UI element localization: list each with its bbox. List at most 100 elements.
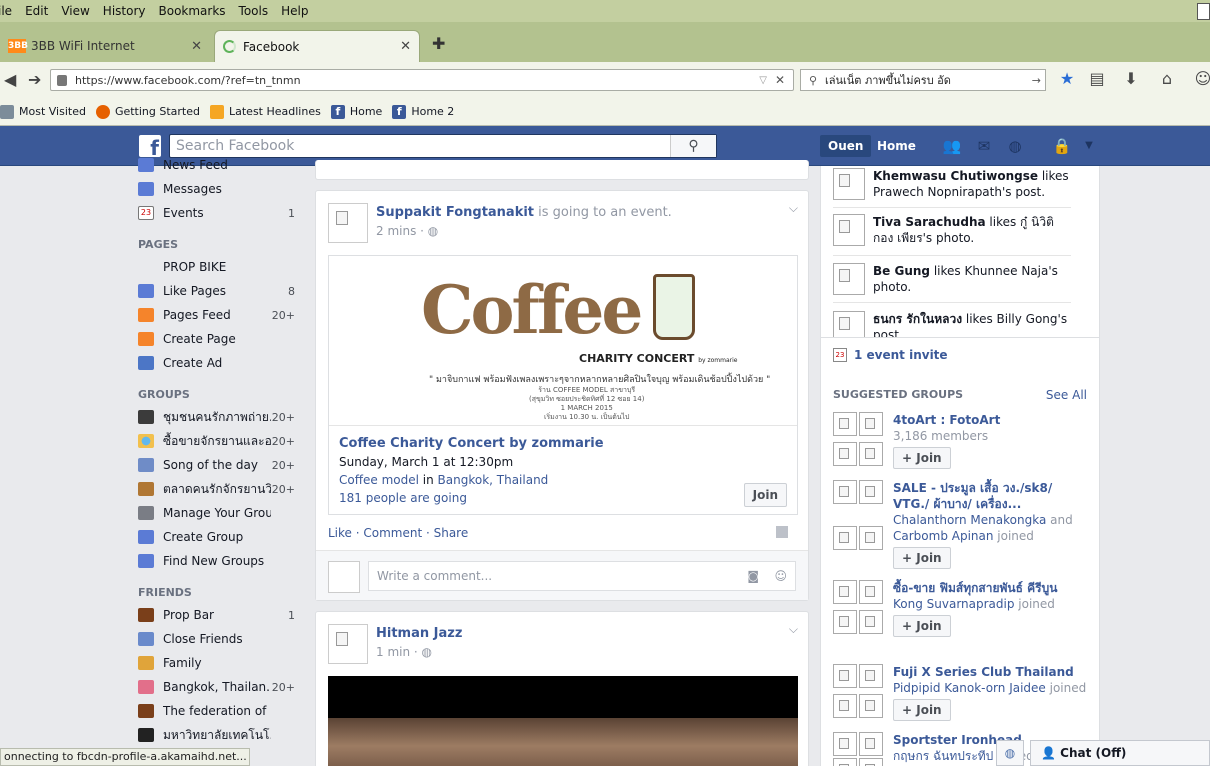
- event-attachment[interactable]: Coffee CHARITY CONCERT by zommarie " มาจ…: [328, 255, 798, 515]
- emoji-icon[interactable]: ☺: [774, 562, 787, 590]
- new-tab-icon[interactable]: ✚: [432, 34, 445, 53]
- city-link[interactable]: Bangkok, Thailand: [438, 473, 549, 487]
- menu-edit[interactable]: Edit: [25, 4, 48, 18]
- group-name-link[interactable]: ซื้อ-ขาย ฟิมส์ทุกสายพันธ์ คีรีบูน: [893, 580, 1089, 596]
- browser-search-input[interactable]: ⚲ เล่นเน็ต ภาพขึ้นไม่ครบ อัด →: [800, 69, 1046, 91]
- group-name-link[interactable]: 4toArt : FotoArt: [893, 412, 1089, 428]
- group-name-link[interactable]: SALE - ประมูล เสื้อ วง./sk8/ VTG./ ผ้าบา…: [893, 480, 1089, 512]
- nav-create-ad[interactable]: Create Ad: [138, 351, 298, 375]
- tab-facebook[interactable]: Facebook ✕: [214, 30, 420, 62]
- close-icon[interactable]: ✕: [400, 39, 411, 54]
- event-cover-image[interactable]: Coffee CHARITY CONCERT by zommarie " มาจ…: [329, 256, 797, 426]
- nav-close-friends[interactable]: Close Friends: [138, 627, 298, 651]
- group-thumbnails[interactable]: [833, 480, 885, 569]
- nav-family[interactable]: Family: [138, 651, 298, 675]
- flag-icon[interactable]: [776, 526, 788, 538]
- home-icon[interactable]: ⌂: [1156, 69, 1178, 91]
- tab-3bb[interactable]: 3BB 3BB WiFi Internet ✕: [0, 30, 210, 62]
- timestamp-link[interactable]: 2 mins ·: [376, 224, 428, 238]
- group-thumbnails[interactable]: [833, 580, 885, 637]
- nav-group-4[interactable]: ตลาดคนรักจักรยานวิ...20+: [138, 477, 298, 501]
- chevron-down-icon[interactable]: ⌵: [789, 622, 798, 637]
- friend-requests-icon[interactable]: 👥: [942, 137, 962, 155]
- menu-history[interactable]: History: [103, 4, 146, 18]
- downloads-icon[interactable]: ⬇: [1120, 69, 1142, 91]
- ticker-item[interactable]: Khemwasu Chutiwongse likes Prawech Nopni…: [833, 168, 1071, 200]
- menu-bookmarks[interactable]: Bookmarks: [159, 4, 226, 18]
- nav-university[interactable]: มหาวิทยาลัยเทคโนโ...: [138, 723, 298, 747]
- join-group-button[interactable]: + Join: [893, 699, 951, 721]
- account-menu-icon[interactable]: ▼: [1079, 137, 1099, 155]
- join-group-button[interactable]: + Join: [893, 547, 951, 569]
- member-link[interactable]: Pidpipid Kanok-orn Jaidee: [893, 681, 1046, 695]
- home-link[interactable]: Home: [877, 135, 916, 157]
- bookmark-getting-started[interactable]: Getting Started: [95, 104, 200, 119]
- nav-create-page[interactable]: Create Page: [138, 327, 298, 351]
- ticker-item[interactable]: ธนกร รักในหลวง likes Billy Gong's post.: [833, 311, 1071, 337]
- search-icon[interactable]: ⚲: [670, 135, 716, 157]
- nav-federation[interactable]: The federation of I...: [138, 699, 298, 723]
- event-name-link[interactable]: Coffee Charity Concert by zommarie: [339, 436, 787, 451]
- ticker-item[interactable]: Be Gung likes Khunnee Naja's photo.: [833, 263, 1071, 295]
- join-group-button[interactable]: + Join: [893, 447, 951, 469]
- bookmark-star-icon[interactable]: ★: [1056, 69, 1078, 91]
- bookmark-home[interactable]: f Home: [330, 104, 382, 119]
- messages-icon[interactable]: ✉: [974, 137, 994, 155]
- nav-news-feed[interactable]: News Feed: [138, 153, 298, 177]
- group-name-link[interactable]: Fuji X Series Club Thailand: [893, 664, 1089, 680]
- member-link[interactable]: กฤษกร ฉันทประทีป: [893, 749, 993, 763]
- nav-manage-groups[interactable]: Manage Your Groups: [138, 501, 298, 525]
- nav-pages-feed[interactable]: Pages Feed 20+: [138, 303, 298, 327]
- group-thumbnails[interactable]: [833, 664, 885, 721]
- event-going-link[interactable]: 181 people are going: [339, 491, 787, 505]
- menu-tools[interactable]: Tools: [239, 4, 269, 18]
- search-go-icon[interactable]: →: [1032, 74, 1041, 87]
- nav-find-groups[interactable]: Find New Groups: [138, 549, 298, 573]
- author-link[interactable]: Hitman Jazz: [376, 626, 462, 641]
- nav-events[interactable]: 23 Events 1: [138, 201, 298, 225]
- nav-friend-list-1[interactable]: Prop Bar 1: [138, 603, 298, 627]
- privacy-lock-icon[interactable]: 🔒: [1052, 137, 1072, 155]
- see-all-link[interactable]: See All: [1046, 388, 1087, 402]
- back-icon[interactable]: ◀: [4, 70, 16, 89]
- nav-page-prop-bike[interactable]: PROP BIKE: [138, 255, 298, 279]
- notifications-globe-icon[interactable]: ◍: [1005, 137, 1025, 155]
- bookmark-most-visited[interactable]: Most Visited: [0, 104, 86, 119]
- venue-link[interactable]: Coffee model: [339, 473, 419, 487]
- forward-icon[interactable]: ➔: [28, 70, 41, 89]
- close-icon[interactable]: ✕: [191, 39, 202, 54]
- nav-create-group[interactable]: Create Group: [138, 525, 298, 549]
- event-join-button[interactable]: Join: [743, 483, 787, 507]
- group-thumbnails[interactable]: [833, 732, 885, 766]
- nav-group-1[interactable]: ชุมชนคนรักภาพถ่าย... 20+: [138, 405, 298, 429]
- profile-link[interactable]: Ouen: [820, 135, 872, 157]
- chat-sidebar-toggle[interactable]: 👤 Chat (Off): [1030, 740, 1210, 766]
- member-link[interactable]: Carbomb Apinan: [893, 529, 993, 543]
- chevron-down-icon[interactable]: ⌵: [789, 201, 798, 216]
- bookmarks-list-icon[interactable]: ▤: [1086, 69, 1108, 91]
- author-link[interactable]: Suppakit Fongtanakit: [376, 205, 534, 220]
- join-group-button[interactable]: + Join: [893, 615, 951, 637]
- smiley-icon[interactable]: ☺: [1192, 69, 1210, 91]
- post-actions[interactable]: Like · Comment · Share: [328, 526, 468, 540]
- member-link[interactable]: Chalanthorn Menakongka: [893, 513, 1046, 527]
- url-dropdown-icon[interactable]: ▽: [759, 75, 767, 86]
- menu-help[interactable]: Help: [281, 4, 308, 18]
- nav-like-pages[interactable]: Like Pages 8: [138, 279, 298, 303]
- bookmark-latest-headlines[interactable]: Latest Headlines: [210, 104, 321, 119]
- chat-globe-icon[interactable]: ◍: [996, 740, 1024, 766]
- member-link[interactable]: Kong Suvarnapradip: [893, 597, 1014, 611]
- nav-group-2[interactable]: ซื้อขายจักรยานและอ...20+: [138, 429, 298, 453]
- avatar[interactable]: [328, 624, 368, 664]
- menu-file[interactable]: ile: [0, 4, 12, 18]
- video-player[interactable]: [328, 676, 798, 766]
- comment-input[interactable]: Write a comment... ◙ ☺: [368, 561, 796, 591]
- avatar[interactable]: [328, 203, 368, 243]
- nav-bangkok[interactable]: Bangkok, Thailan... 20+: [138, 675, 298, 699]
- url-bar[interactable]: https://www.facebook.com/?ref=tn_tnmn ▽ …: [50, 69, 794, 91]
- nav-group-3[interactable]: Song of the day 20+: [138, 453, 298, 477]
- group-thumbnails[interactable]: [833, 412, 885, 469]
- event-invite-link[interactable]: 23 1 event invite: [833, 348, 948, 362]
- stop-icon[interactable]: ✕: [775, 73, 785, 87]
- camera-icon[interactable]: ◙: [747, 562, 759, 590]
